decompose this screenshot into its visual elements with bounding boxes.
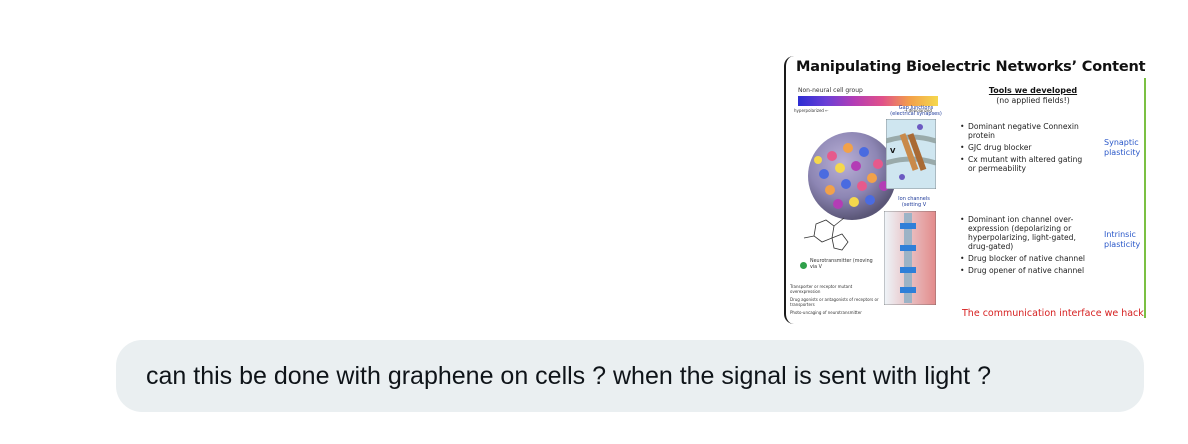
intrinsic-plasticity-label: Intrinsic plasticity: [1104, 230, 1141, 249]
tools-heading: Tools we developed: [988, 86, 1078, 95]
intrinsic-tool-item: Drug blocker of native channel: [960, 254, 1094, 263]
ion-channels-label: Ion channels (setting V: [898, 196, 930, 208]
vm-label: V: [890, 147, 896, 155]
message-bubble[interactable]: can this be done with graphene on cells …: [116, 340, 1144, 412]
left-notes: Transporter or receptor mutant overexpre…: [790, 284, 880, 318]
synaptic-tools-list: Dominant negative Connexin protein GJC d…: [960, 122, 1092, 176]
slide-title: Manipulating Bioelectric Networks’ Conte…: [796, 59, 1146, 75]
intrinsic-tools-list: Dominant ion channel over-expression (de…: [960, 215, 1094, 278]
left-note: Photo-uncaging of neurotransmitter: [790, 310, 862, 315]
left-note: Drug agonists or antagonists of receptor…: [790, 297, 879, 307]
left-note: Transporter or receptor mutant overexpre…: [790, 284, 853, 294]
intrinsic-tool-item: Drug opener of native channel: [960, 266, 1094, 275]
slide-footer: The communication interface we hack: [962, 308, 1144, 319]
neurotransmitter-dot-icon: [800, 262, 807, 269]
synaptic-tool-item: Cx mutant with altered gating or permeab…: [960, 155, 1092, 173]
synaptic-tool-item: GJC drug blocker: [960, 143, 1092, 152]
synaptic-plasticity-label: Synaptic plasticity: [1104, 138, 1141, 157]
synaptic-tool-item: Dominant negative Connexin protein: [960, 122, 1092, 140]
message-text: can this be done with graphene on cells …: [146, 361, 991, 390]
ion-channel-inset: [884, 211, 936, 305]
green-rule: [1144, 78, 1146, 318]
neurotransmitter-label: Neurotransmitter (moving via V: [810, 259, 873, 270]
gradient-left-label: hyperpolarized ←: [794, 108, 829, 113]
cell-group-label: Non-neural cell group: [798, 87, 863, 94]
attached-image[interactable]: Manipulating Bioelectric Networks’ Conte…: [784, 56, 1148, 324]
gap-junctions-label: Gap Junctions (electrical synapses): [890, 105, 942, 117]
tools-subheading: (no applied fields!): [996, 96, 1070, 105]
intrinsic-tool-item: Dominant ion channel over-expression (de…: [960, 215, 1094, 251]
neurotransmitter-molecule-icon: [803, 217, 849, 251]
